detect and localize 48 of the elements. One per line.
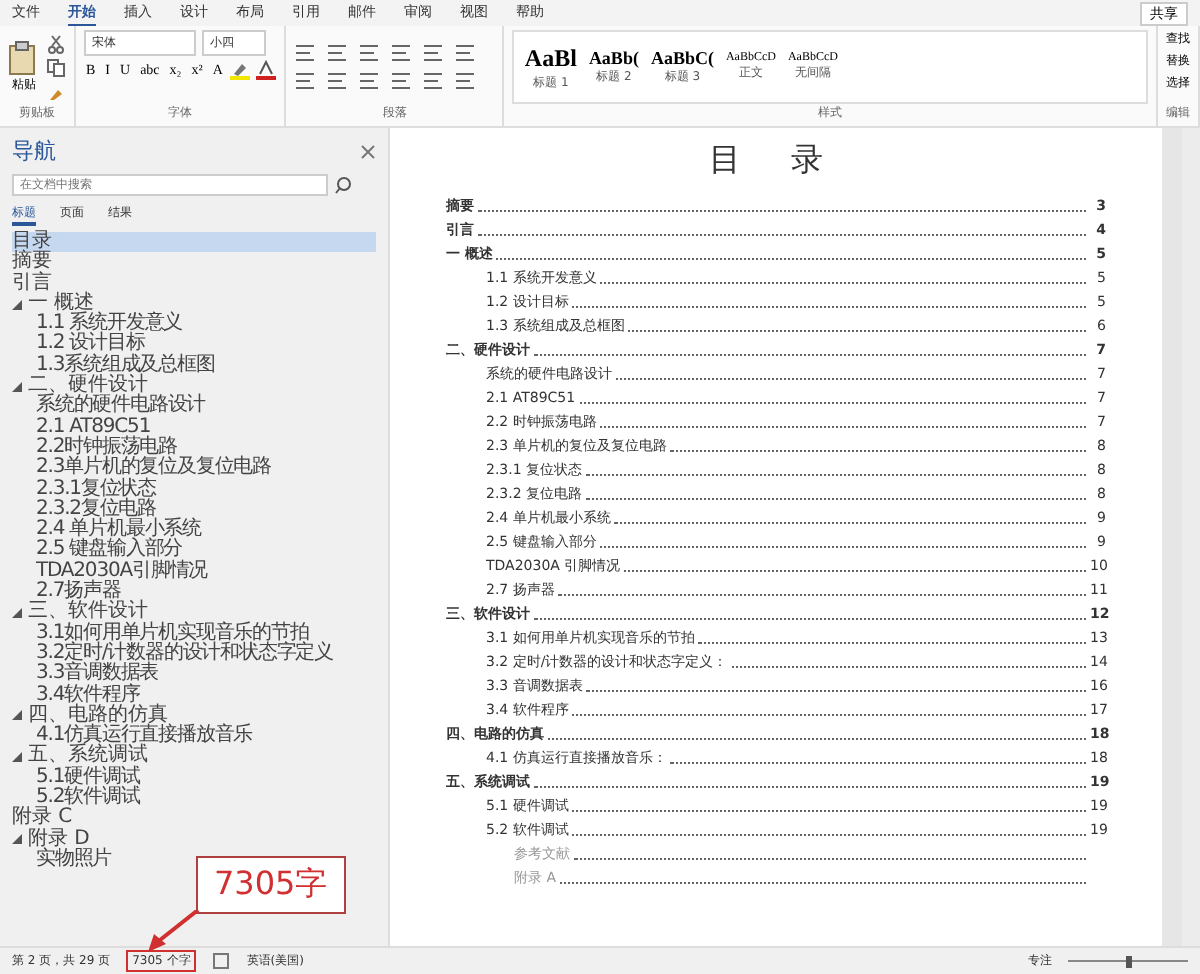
heading-item[interactable]: 1.2 设计目标	[12, 334, 376, 356]
heading-item[interactable]: 3.1如何用单片机实现音乐的节拍	[12, 623, 376, 644]
paragraph-format-icon[interactable]	[326, 44, 349, 62]
paragraph-format-icon[interactable]	[326, 72, 349, 90]
expand-triangle-icon[interactable]	[12, 381, 24, 392]
font-color-icon[interactable]	[256, 60, 277, 80]
heading-item[interactable]: 3.3音调数据表	[12, 664, 376, 686]
scissors-icon[interactable]	[46, 33, 66, 53]
paragraph-format-icon[interactable]	[390, 44, 413, 62]
heading-item[interactable]: 2.1 AT89C51	[12, 417, 376, 438]
paragraph-format-icon[interactable]	[294, 72, 317, 90]
paragraph-format-icon[interactable]	[358, 44, 381, 62]
heading-item[interactable]: 三、软件设计	[12, 602, 376, 624]
paragraph-format-icon[interactable]	[294, 44, 317, 62]
paragraph-format-icon[interactable]	[358, 72, 381, 90]
heading-item[interactable]: 附录 C	[12, 808, 376, 830]
heading-item[interactable]: 引言	[12, 273, 376, 294]
expand-triangle-icon[interactable]	[12, 607, 24, 618]
pane-title: 导航	[12, 136, 56, 166]
heading-item[interactable]: 3.4软件程序	[12, 685, 376, 706]
heading-item[interactable]: 摘要	[12, 252, 376, 274]
heading-item[interactable]: 2.3.1复位状态	[12, 479, 376, 500]
clipboard-icon	[8, 40, 40, 76]
highlighter-icon[interactable]	[230, 60, 251, 80]
paragraph-format-icon[interactable]	[454, 44, 477, 62]
proofing-icon[interactable]	[212, 952, 231, 970]
expand-triangle-icon[interactable]	[12, 710, 24, 721]
annotation-callout: 7305字	[196, 856, 346, 914]
toc-title: 目 录	[706, 140, 846, 182]
search-icon	[334, 176, 352, 194]
heading-item[interactable]: 五、系统调试	[12, 746, 376, 768]
close-icon[interactable]	[360, 143, 376, 159]
scrollbar-track[interactable]	[1182, 128, 1200, 946]
heading-item[interactable]: 附录 D	[12, 829, 376, 850]
paragraph-format-icon[interactable]	[390, 72, 413, 90]
expand-triangle-icon[interactable]	[12, 752, 24, 763]
heading-item[interactable]: 系统的硬件电路设计	[12, 396, 376, 418]
expand-triangle-icon[interactable]	[12, 299, 24, 310]
zoom-slider-thumb[interactable]	[1125, 955, 1131, 967]
copy-icon[interactable]	[46, 57, 66, 77]
paragraph-format-icon[interactable]	[422, 72, 445, 90]
heading-item[interactable]: 5.2软件调试	[12, 788, 376, 809]
expand-triangle-icon[interactable]	[12, 834, 24, 845]
annotation-arrow	[144, 910, 200, 954]
paragraph-format-icon[interactable]	[454, 72, 477, 90]
heading-item[interactable]: 2.5 键盘输入部分	[12, 540, 376, 562]
paragraph-format-icon[interactable]	[422, 44, 445, 62]
heading-item[interactable]: 2.3单片机的复位及复位电路	[12, 458, 376, 480]
